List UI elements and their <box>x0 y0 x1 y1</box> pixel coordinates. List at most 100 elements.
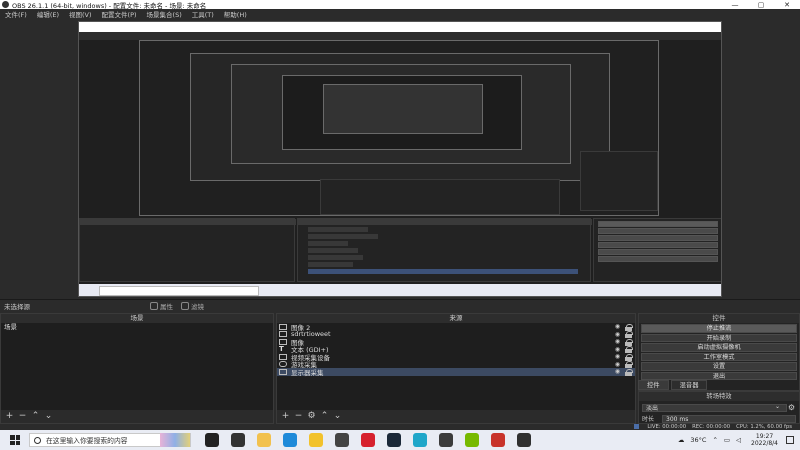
sources-list[interactable]: 图像 2 ◉ sdrtrtioweet ◉ 图像 ◉ T 文本 (GDI+) ◉ 视频采集… <box>277 323 635 410</box>
filters-label: 滤镜 <box>191 303 204 311</box>
weather-temp[interactable]: 36°C <box>690 436 706 444</box>
filters-button[interactable]: 滤镜 <box>181 301 204 311</box>
source-item-selected[interactable]: 显示器采集 ◉ <box>277 368 635 377</box>
menu-edit[interactable]: 编辑(E) <box>32 9 64 19</box>
nested-preview-3 <box>231 64 571 164</box>
steam-icon[interactable] <box>387 433 401 447</box>
move-down-icon[interactable]: ⌄ <box>332 411 343 422</box>
tray-chevron-icon[interactable]: ⌃ <box>712 436 717 444</box>
menu-help[interactable]: 帮助(H) <box>219 9 252 19</box>
dock-tabs: 控件 混音器 <box>638 380 800 390</box>
volume-icon[interactable]: ◁ <box>736 436 741 444</box>
add-scene-button[interactable]: + <box>4 411 15 422</box>
captured-btn <box>598 221 718 227</box>
duration-field[interactable]: 300 ms <box>662 414 796 423</box>
remove-source-button[interactable]: − <box>293 411 304 422</box>
captured-sources-header <box>298 219 592 225</box>
edge-icon[interactable] <box>283 433 297 447</box>
task-view-icon[interactable] <box>205 433 219 447</box>
lock-icon[interactable] <box>624 338 633 346</box>
monitor-icon <box>279 368 287 375</box>
exit-button[interactable]: 退出 <box>641 371 797 380</box>
transition-select[interactable]: 淡出 <box>642 403 787 412</box>
lock-icon[interactable] <box>624 346 633 354</box>
menu-tools[interactable]: 工具(T) <box>187 9 219 19</box>
tab-controls[interactable]: 控件 <box>638 380 669 390</box>
captured-sources-dock-lg <box>297 218 592 282</box>
lock-icon[interactable] <box>624 323 633 331</box>
network-icon[interactable]: ▭ <box>724 436 730 444</box>
system-tray: ☁ 36°C ⌃ ▭ ◁ 19:27 2022/8/4 <box>678 433 800 447</box>
app-icon[interactable] <box>335 433 349 447</box>
display-capture-preview[interactable] <box>78 21 722 297</box>
move-up-icon[interactable]: ⌃ <box>30 411 41 422</box>
remove-scene-button[interactable]: − <box>17 411 28 422</box>
image-icon <box>279 331 287 338</box>
taskbar-search-input[interactable]: 在这里输入你要搜索的内容 <box>29 433 191 447</box>
netease-icon[interactable] <box>361 433 375 447</box>
properties-button[interactable]: 属性 <box>150 301 173 311</box>
minimize-button[interactable]: — <box>722 1 748 9</box>
preview-area[interactable] <box>0 19 800 299</box>
app2-icon[interactable] <box>413 433 427 447</box>
menu-profile[interactable]: 配置文件(P) <box>97 9 142 19</box>
gear-icon[interactable]: ⚙ <box>787 403 796 412</box>
app4-icon[interactable] <box>491 433 505 447</box>
captured-btn <box>598 242 718 248</box>
stop-streaming-button[interactable]: 停止推流 <box>641 324 797 333</box>
nvidia-icon[interactable] <box>465 433 479 447</box>
nested-preview-4 <box>282 75 522 150</box>
nested-preview-2 <box>190 53 610 181</box>
captured-source-selected <box>308 269 578 274</box>
settings-button[interactable]: 设置 <box>641 362 797 371</box>
scenes-list[interactable]: 场景 <box>1 323 273 410</box>
menu-view[interactable]: 视图(V) <box>64 9 97 19</box>
chrome-icon[interactable] <box>309 433 323 447</box>
tab-mixer[interactable]: 混音器 <box>670 380 708 390</box>
menu-scene-collection[interactable]: 场景集合(S) <box>142 9 187 19</box>
studio-mode-button[interactable]: 工作室模式 <box>641 352 797 361</box>
lock-icon[interactable] <box>624 368 633 376</box>
lock-icon[interactable] <box>624 331 633 339</box>
eye-icon[interactable]: ◉ <box>613 338 622 345</box>
close-button[interactable]: ✕ <box>774 1 800 9</box>
file-explorer-icon[interactable] <box>257 433 271 447</box>
scene-item[interactable]: 场景 <box>1 323 273 331</box>
notification-icon[interactable] <box>786 436 794 444</box>
eye-icon[interactable]: ◉ <box>613 331 622 338</box>
eye-icon[interactable]: ◉ <box>613 368 622 375</box>
scenes-dock: 场景 场景 + − ⌃ ⌄ <box>0 313 274 424</box>
eye-icon[interactable]: ◉ <box>613 323 622 330</box>
captured-scenes-header <box>80 219 296 225</box>
app3-icon[interactable] <box>439 433 453 447</box>
captured-controls-dock <box>580 151 658 211</box>
duration-label: 时长 <box>642 416 655 423</box>
captured-taskbar <box>79 284 721 296</box>
start-virtual-camera-button[interactable]: 启动虚拟摄像机 <box>641 343 797 352</box>
eye-icon[interactable]: ◉ <box>613 346 622 353</box>
nested-preview-1 <box>139 40 659 225</box>
captured-btn <box>598 249 718 255</box>
maximize-button[interactable]: ▢ <box>748 1 774 9</box>
obs-logo-icon <box>2 1 9 8</box>
move-up-icon[interactable]: ⌃ <box>319 411 330 422</box>
clock[interactable]: 19:27 2022/8/4 <box>751 433 778 447</box>
search-icon <box>34 436 41 444</box>
source-gear-icon[interactable]: ⚙ <box>306 411 317 422</box>
sticky-icon[interactable] <box>231 433 245 447</box>
obs-icon[interactable] <box>517 433 531 447</box>
nested-preview-5 <box>323 84 483 134</box>
eye-icon[interactable]: ◉ <box>613 353 622 360</box>
text-icon: T <box>279 345 284 354</box>
gear-icon <box>150 302 158 310</box>
add-source-button[interactable]: + <box>280 411 291 422</box>
start-recording-button[interactable]: 开始录制 <box>641 333 797 342</box>
eye-icon[interactable]: ◉ <box>613 361 622 368</box>
menu-file[interactable]: 文件(F) <box>0 9 32 19</box>
sources-footer: + − ⚙ ⌃ ⌄ <box>277 410 635 423</box>
weather-icon[interactable]: ☁ <box>678 436 685 444</box>
move-down-icon[interactable]: ⌄ <box>43 411 54 422</box>
lock-icon[interactable] <box>624 353 633 361</box>
lock-icon[interactable] <box>624 361 633 369</box>
windows-start-icon[interactable] <box>10 435 20 445</box>
